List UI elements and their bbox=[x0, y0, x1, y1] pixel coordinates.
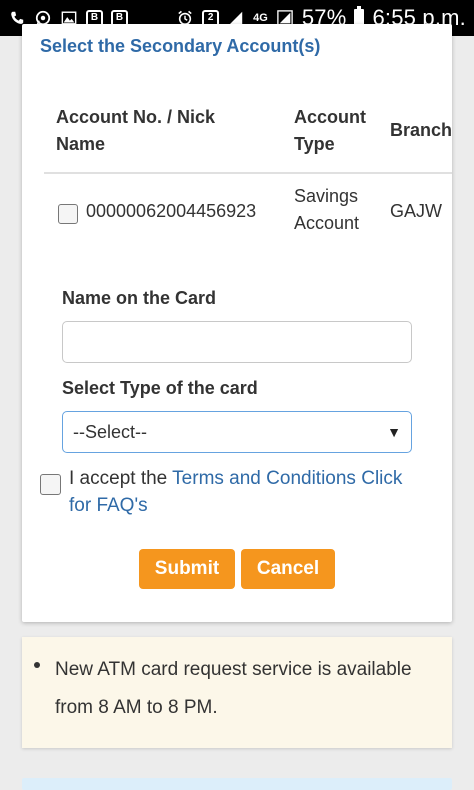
terms-link[interactable]: Terms and Conditions bbox=[172, 468, 356, 489]
branch: GAJW bbox=[390, 201, 442, 221]
column-header-account: Account No. / Nick Name bbox=[56, 107, 216, 154]
account-type: Savings Account bbox=[294, 186, 360, 233]
table-header: Account No. / Nick Name Account Type Bra… bbox=[44, 94, 452, 174]
caret-down-icon: ▼ bbox=[387, 424, 401, 440]
account-number: 00000062004456923 bbox=[86, 201, 257, 221]
table-row: 00000062004456923 Savings Account GAJW bbox=[44, 174, 452, 244]
next-panel-edge bbox=[22, 778, 452, 790]
network-type-label: 4G bbox=[253, 11, 268, 24]
cancel-button[interactable]: Cancel bbox=[241, 549, 335, 589]
card-type-label: Select Type of the card bbox=[62, 378, 258, 398]
account-checkbox[interactable] bbox=[58, 204, 78, 224]
card-type-selected-value: --Select-- bbox=[73, 421, 148, 442]
terms-statement: I accept the Terms and Conditions Click … bbox=[69, 465, 429, 519]
card-request-form: Select the Secondary Account(s) Account … bbox=[22, 24, 452, 622]
column-header-branch: Branch bbox=[390, 120, 452, 140]
card-type-select[interactable]: --Select-- ▼ bbox=[62, 411, 412, 453]
name-on-card-label: Name on the Card bbox=[62, 288, 217, 308]
column-header-type: Account Type bbox=[294, 107, 366, 154]
submit-button[interactable]: Submit bbox=[139, 549, 235, 589]
terms-prefix: I accept the bbox=[69, 468, 173, 489]
service-notice: New ATM card request service is availabl… bbox=[22, 637, 452, 748]
terms-checkbox[interactable] bbox=[40, 474, 61, 495]
name-on-card-input[interactable] bbox=[62, 321, 412, 363]
notice-text: New ATM card request service is availabl… bbox=[55, 659, 412, 718]
section-title: Select the Secondary Account(s) bbox=[40, 36, 321, 56]
bullet bbox=[34, 662, 40, 668]
account-table: Account No. / Nick Name Account Type Bra… bbox=[44, 94, 452, 244]
